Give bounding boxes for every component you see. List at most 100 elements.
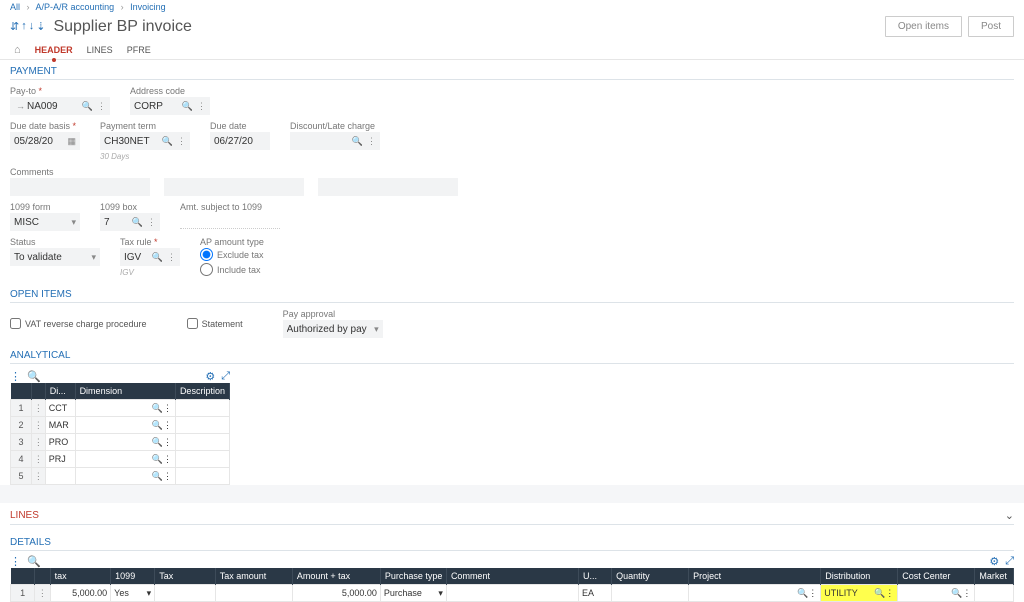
- grid-expand-icon[interactable]: ⤢: [1005, 555, 1014, 568]
- more-icon[interactable]: ⋮: [365, 136, 378, 147]
- cell-comment[interactable]: [447, 585, 578, 601]
- row-menu-icon[interactable]: ⋮: [32, 468, 46, 485]
- statement-checkbox[interactable]: [187, 318, 198, 329]
- comment-input-1[interactable]: [14, 182, 148, 193]
- first-icon[interactable]: ↑: [21, 20, 27, 33]
- chevron-down-icon[interactable]: ▾: [89, 252, 98, 263]
- chevron-down-icon[interactable]: ▾: [69, 217, 78, 228]
- breadcrumb-all[interactable]: All: [10, 2, 20, 12]
- more-icon[interactable]: ⋮: [163, 420, 172, 431]
- cell-quantity[interactable]: [612, 585, 688, 601]
- grid-settings-icon[interactable]: ⚙: [989, 555, 999, 568]
- prev-icon[interactable]: ↓: [29, 20, 35, 33]
- last-icon[interactable]: ⇣: [36, 20, 45, 33]
- cell-1099[interactable]: Yes▾: [111, 585, 154, 601]
- cell-tax2[interactable]: [155, 585, 215, 601]
- address-input[interactable]: [134, 101, 180, 112]
- more-icon[interactable]: ⋮: [163, 403, 172, 414]
- section-header-lines[interactable]: LINES ⌄: [10, 503, 1014, 525]
- chevron-down-icon[interactable]: ▾: [438, 588, 443, 599]
- cell-tax[interactable]: 5,000.00: [51, 585, 111, 601]
- late-charge-input[interactable]: [294, 136, 350, 147]
- more-icon[interactable]: ⋮: [962, 588, 971, 599]
- tab-pfre[interactable]: PFRE: [127, 41, 151, 59]
- grid-menu-icon[interactable]: ⋮: [10, 555, 21, 568]
- table-row[interactable]: 5⋮🔍⋮: [11, 468, 230, 485]
- grid-search-icon[interactable]: 🔍: [27, 555, 41, 568]
- more-icon[interactable]: ⋮: [195, 101, 208, 112]
- search-icon[interactable]: 🔍: [350, 136, 365, 147]
- more-icon[interactable]: ⋮: [95, 101, 108, 112]
- tax-rule-field[interactable]: 🔍 ⋮: [120, 248, 180, 266]
- more-icon[interactable]: ⋮: [885, 588, 894, 599]
- calendar-icon[interactable]: ▦: [65, 136, 78, 147]
- comment-input-2[interactable]: [168, 182, 302, 193]
- cell-dimension[interactable]: 🔍⋮: [76, 451, 175, 467]
- comment-field-3[interactable]: [318, 178, 458, 196]
- search-icon[interactable]: 🔍: [150, 252, 165, 263]
- box-1099-input[interactable]: [104, 217, 130, 228]
- search-icon[interactable]: 🔍: [152, 471, 163, 482]
- comment-field-2[interactable]: [164, 178, 304, 196]
- grid-menu-icon[interactable]: ⋮: [10, 370, 21, 383]
- form-1099-input[interactable]: [14, 217, 69, 228]
- tab-lines[interactable]: LINES: [87, 41, 113, 59]
- payment-term-input[interactable]: [104, 136, 160, 147]
- search-icon[interactable]: 🔍: [152, 403, 163, 414]
- more-icon[interactable]: ⋮: [163, 437, 172, 448]
- more-icon[interactable]: ⋮: [163, 454, 172, 465]
- chevron-down-icon[interactable]: ▾: [372, 324, 381, 335]
- more-icon[interactable]: ⋮: [145, 217, 158, 228]
- cell-cost-center[interactable]: 🔍⋮: [898, 585, 974, 601]
- vat-reverse-checkbox[interactable]: [10, 318, 21, 329]
- row-menu-icon[interactable]: ⋮: [32, 434, 46, 451]
- breadcrumb-invoicing[interactable]: Invoicing: [130, 2, 166, 12]
- search-icon[interactable]: 🔍: [874, 588, 885, 599]
- cell-project[interactable]: 🔍⋮: [689, 585, 820, 601]
- cell-dimension[interactable]: 🔍⋮: [76, 400, 175, 416]
- chevron-down-icon[interactable]: ⌄: [1005, 509, 1014, 522]
- more-icon[interactable]: ⋮: [165, 252, 178, 263]
- pay-approval-field[interactable]: ▾: [283, 320, 383, 338]
- pay-to-input[interactable]: [27, 101, 80, 112]
- chevron-down-icon[interactable]: ▾: [147, 588, 152, 599]
- table-row[interactable]: 1 ⋮ 5,000.00 Yes▾ 5,000.00 Purchase▾ EA …: [11, 585, 1014, 602]
- search-icon[interactable]: 🔍: [130, 217, 145, 228]
- more-icon[interactable]: ⋮: [808, 588, 817, 599]
- cell-amount-plus-tax[interactable]: 5,000.00: [293, 585, 380, 601]
- filter-icon[interactable]: ⇵: [10, 20, 19, 33]
- row-menu-icon[interactable]: ⋮: [32, 451, 46, 468]
- search-icon[interactable]: 🔍: [951, 588, 962, 599]
- row-menu-icon[interactable]: ⋮: [32, 417, 46, 434]
- row-menu-icon[interactable]: ⋮: [32, 400, 46, 417]
- due-basis-input[interactable]: [14, 136, 65, 147]
- status-field[interactable]: ▾: [10, 248, 100, 266]
- search-icon[interactable]: 🔍: [797, 588, 808, 599]
- due-basis-field[interactable]: ▦: [10, 132, 80, 150]
- table-row[interactable]: 2⋮MAR🔍⋮: [11, 417, 230, 434]
- tax-rule-input[interactable]: [124, 252, 150, 263]
- search-icon[interactable]: 🔍: [180, 101, 195, 112]
- search-icon[interactable]: 🔍: [152, 454, 163, 465]
- status-input[interactable]: [14, 252, 89, 263]
- search-icon[interactable]: 🔍: [152, 420, 163, 431]
- cell-dimension[interactable]: 🔍⋮: [76, 468, 175, 484]
- more-icon[interactable]: ⋮: [163, 471, 172, 482]
- search-icon[interactable]: 🔍: [160, 136, 175, 147]
- tab-header[interactable]: HEADER: [35, 41, 73, 59]
- breadcrumb-ap-ar[interactable]: A/P-A/R accounting: [36, 2, 115, 12]
- late-charge-field[interactable]: 🔍 ⋮: [290, 132, 380, 150]
- table-row[interactable]: 3⋮PRO🔍⋮: [11, 434, 230, 451]
- include-tax-radio[interactable]: [200, 263, 213, 276]
- search-icon[interactable]: 🔍: [80, 101, 95, 112]
- form-1099-field[interactable]: ▾: [10, 213, 80, 231]
- pay-approval-input[interactable]: [287, 324, 372, 335]
- table-row[interactable]: 4⋮PRJ🔍⋮: [11, 451, 230, 468]
- cell-market[interactable]: [975, 585, 1013, 601]
- grid-expand-icon[interactable]: ⤢: [221, 370, 230, 383]
- payment-term-field[interactable]: 🔍 ⋮: [100, 132, 190, 150]
- cell-tax-amount[interactable]: [216, 585, 292, 601]
- post-button[interactable]: Post: [968, 16, 1014, 37]
- cell-distribution[interactable]: UTILITY🔍⋮: [821, 585, 897, 601]
- row-menu-icon[interactable]: ⋮: [35, 585, 50, 602]
